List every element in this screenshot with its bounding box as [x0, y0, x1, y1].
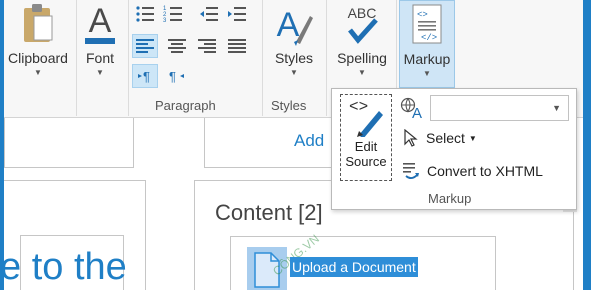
window-right-edge [583, 0, 591, 290]
chevron-down-icon: ▼ [34, 68, 42, 77]
select-menu-button[interactable]: Select ▼ [404, 129, 477, 147]
cursor-arrow-icon [404, 129, 418, 147]
svg-text:¶: ¶ [143, 69, 150, 83]
chevron-down-icon: ▼ [423, 69, 431, 78]
markup-label: Markup [403, 51, 451, 67]
chevron-down-icon: ▼ [468, 133, 477, 143]
bullet-list-icon[interactable] [132, 2, 158, 26]
edit-source-icon: <> [349, 98, 383, 137]
select-label: Select [426, 130, 465, 146]
svg-text:A: A [412, 105, 422, 119]
add-link[interactable]: Add [294, 131, 324, 151]
markup-icon: <> </> [412, 4, 442, 44]
clipboard-label: Clipboard [8, 50, 68, 66]
svg-text:¶: ¶ [169, 69, 176, 83]
numbered-list-icon[interactable]: 123 [160, 2, 186, 26]
font-label: Font [85, 50, 114, 66]
spelling-label: Spelling [337, 50, 387, 66]
markup-button[interactable]: <> </> Markup ▼ [399, 0, 455, 88]
clipboard-button[interactable]: Clipboard ▼ [4, 2, 72, 77]
chevron-down-icon: ▼ [290, 68, 298, 77]
svg-text:3: 3 [163, 18, 167, 23]
chevron-down-icon: ▼ [96, 68, 104, 77]
spelling-button[interactable]: ABC Spelling ▼ [330, 2, 394, 77]
increase-indent-icon[interactable] [224, 2, 250, 26]
svg-text:A: A [89, 2, 112, 40]
markup-group-label: Markup [428, 191, 472, 206]
svg-text:ABC: ABC [348, 5, 377, 21]
edit-source-label-line1: Edit [354, 139, 378, 154]
content-panel-top-left [4, 118, 134, 168]
edit-source-button[interactable]: <> Edit Source [340, 94, 392, 181]
styles-label: Styles [274, 50, 314, 66]
font-color-icon: A [85, 2, 115, 44]
convert-to-xhtml-label: Convert to XHTML [427, 163, 543, 179]
edit-source-label-line2: Source [345, 154, 387, 169]
page-title-fragment: e to the [0, 246, 127, 288]
content-heading: Content [2] [215, 200, 323, 225]
justify-icon[interactable] [224, 34, 250, 58]
markup-menu: <> Edit Source A ▼ Select ▼ Convert to X… [331, 88, 577, 210]
paragraph-group-label: Paragraph [155, 98, 216, 113]
align-center-icon[interactable] [164, 34, 190, 58]
group-separator [128, 0, 129, 116]
rtl-direction-icon[interactable]: ¶ [164, 64, 190, 88]
convert-xhtml-icon [403, 163, 419, 179]
upload-document-link[interactable]: Upload a Document [290, 257, 418, 277]
clipboard-icon [24, 4, 53, 42]
align-left-icon[interactable] [132, 34, 158, 58]
svg-text:A: A [277, 6, 300, 44]
decrease-indent-icon[interactable] [196, 2, 222, 26]
styles-icon: A [277, 6, 313, 46]
convert-to-xhtml-button[interactable]: Convert to XHTML [402, 161, 543, 181]
language-select[interactable]: ▼ [430, 95, 569, 121]
align-right-icon[interactable] [194, 34, 220, 58]
styles-group-label: Styles [271, 98, 307, 113]
ltr-direction-icon[interactable]: ¶ [132, 64, 158, 88]
spell-check-icon: ABC [348, 5, 378, 44]
group-separator [326, 0, 327, 116]
svg-text:<>: <> [349, 98, 368, 116]
font-button[interactable]: A Font ▼ [76, 2, 124, 77]
language-icon: A [400, 97, 424, 124]
chevron-down-icon: ▼ [358, 68, 366, 77]
chevron-down-icon: ▼ [552, 103, 561, 113]
group-separator [262, 0, 263, 116]
styles-button[interactable]: A Styles ▼ [266, 2, 322, 77]
svg-text:</>: </> [421, 33, 437, 43]
svg-text:<>: <> [417, 10, 428, 20]
